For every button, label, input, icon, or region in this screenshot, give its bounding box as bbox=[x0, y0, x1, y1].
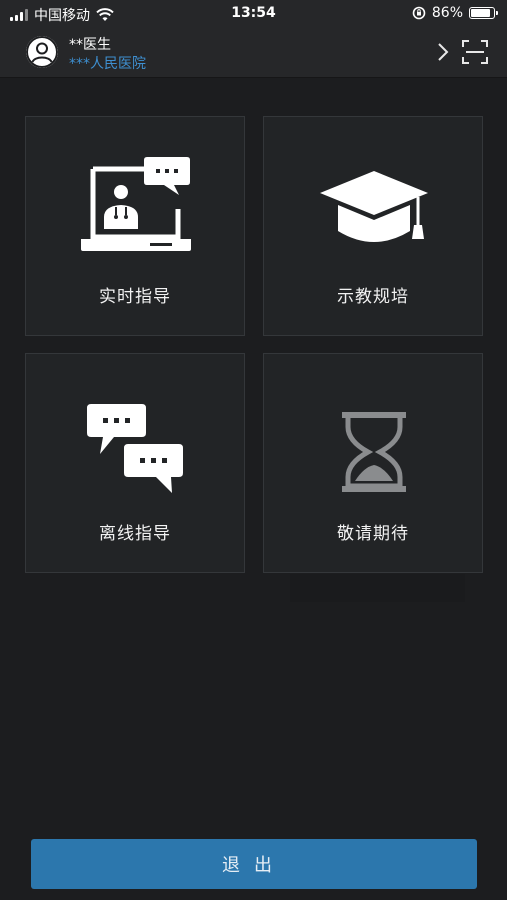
status-bar: 中国移动 13:54 86% bbox=[0, 0, 507, 28]
user-header[interactable]: **医生 ***人民医院 bbox=[0, 28, 507, 78]
battery-fill bbox=[471, 9, 490, 17]
avatar-icon[interactable] bbox=[26, 36, 58, 68]
tile-label: 示教规培 bbox=[337, 287, 409, 307]
tile-coming-soon[interactable]: 敬请期待 bbox=[263, 353, 483, 573]
tile-label: 实时指导 bbox=[99, 287, 171, 307]
hospital-name: ***人民医院 bbox=[69, 56, 146, 72]
shadow-strip bbox=[290, 574, 465, 602]
graduation-cap-icon bbox=[320, 171, 428, 242]
scan-icon[interactable] bbox=[462, 40, 488, 64]
tile-label: 离线指导 bbox=[99, 524, 171, 544]
tile-teaching-training[interactable]: 示教规培 bbox=[263, 116, 483, 336]
tile-realtime-guidance[interactable]: 实时指导 bbox=[25, 116, 245, 336]
chevron-right-icon[interactable] bbox=[436, 42, 450, 62]
orientation-lock-icon bbox=[412, 6, 426, 20]
tile-offline-guidance[interactable]: 离线指导 bbox=[25, 353, 245, 573]
logout-button[interactable]: 退出 bbox=[31, 839, 477, 889]
chat-bubbles-icon bbox=[87, 404, 183, 493]
video-consult-icon bbox=[81, 157, 191, 251]
screen: 中国移动 13:54 86% **医生 ***人民医院 实时指导 示教规培 离线… bbox=[0, 0, 507, 900]
doctor-name: **医生 bbox=[69, 37, 111, 53]
battery-icon bbox=[469, 7, 498, 19]
hourglass-icon bbox=[342, 412, 406, 492]
battery-percent: 86% bbox=[431, 5, 463, 21]
status-right: 86% bbox=[412, 5, 498, 21]
tile-label: 敬请期待 bbox=[337, 524, 409, 544]
